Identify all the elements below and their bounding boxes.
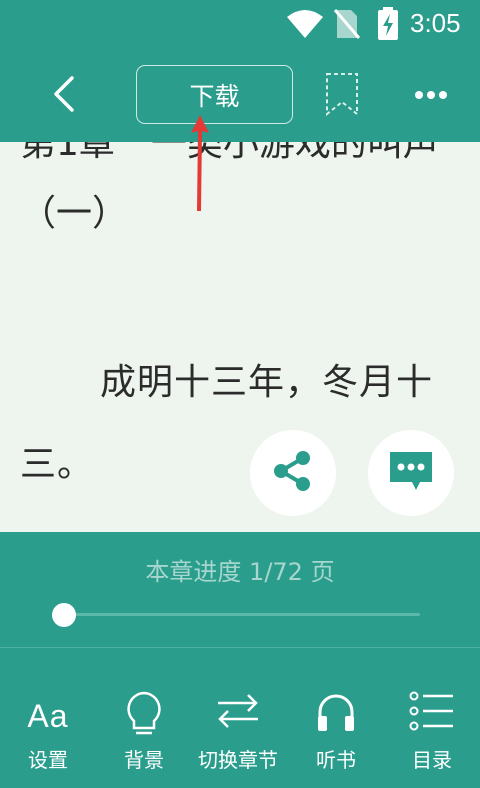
nav-switch-chapter-label: 切换章节 bbox=[198, 748, 278, 772]
reading-page: 第1章 一类小游戏的叫声（一） 成明十三年，冬月十三。 bbox=[0, 142, 480, 532]
nav-background-label: 背景 bbox=[124, 748, 164, 772]
nav-settings-label: 设置 bbox=[28, 748, 68, 772]
chapter-progress-panel: 本章进度 1/72 页 bbox=[0, 532, 480, 648]
wifi-icon bbox=[286, 9, 324, 43]
nav-background[interactable]: 背景 bbox=[104, 648, 184, 788]
more-icon bbox=[410, 89, 454, 108]
bookmark-button[interactable] bbox=[324, 72, 360, 117]
more-button[interactable] bbox=[410, 86, 454, 104]
comment-icon bbox=[386, 448, 436, 498]
clock: 3:05 bbox=[410, 8, 461, 38]
nav-listen[interactable]: 听书 bbox=[296, 648, 376, 788]
no-sim-icon bbox=[333, 8, 361, 44]
nav-toc-label: 目录 bbox=[412, 748, 452, 772]
share-button[interactable] bbox=[250, 430, 336, 516]
reader-toolbar: 下载 bbox=[0, 48, 480, 142]
progress-slider-track[interactable] bbox=[64, 613, 420, 616]
chapter-progress-label: 本章进度 1/72 页 bbox=[145, 558, 335, 586]
comment-button[interactable] bbox=[368, 430, 454, 516]
nav-switch-chapter[interactable]: 切换章节 bbox=[188, 648, 288, 788]
status-bar: 3:05 bbox=[0, 0, 480, 48]
chapter-title: 第1章 一类小游戏的叫声（一） bbox=[20, 142, 439, 234]
nav-listen-label: 听书 bbox=[316, 748, 356, 772]
bottom-nav: Aa 设置 背景 切换章节 听书 目录 bbox=[0, 648, 480, 788]
chevron-left-icon bbox=[46, 76, 82, 118]
share-icon bbox=[269, 447, 317, 499]
bookmark-icon bbox=[324, 73, 360, 120]
nav-settings[interactable]: Aa 设置 bbox=[8, 648, 88, 788]
nav-toc[interactable]: 目录 bbox=[392, 648, 472, 788]
red-arrow-annotation bbox=[185, 115, 215, 215]
progress-slider-thumb[interactable] bbox=[52, 603, 76, 627]
battery-charging-icon bbox=[377, 7, 399, 45]
back-button[interactable] bbox=[46, 74, 82, 114]
